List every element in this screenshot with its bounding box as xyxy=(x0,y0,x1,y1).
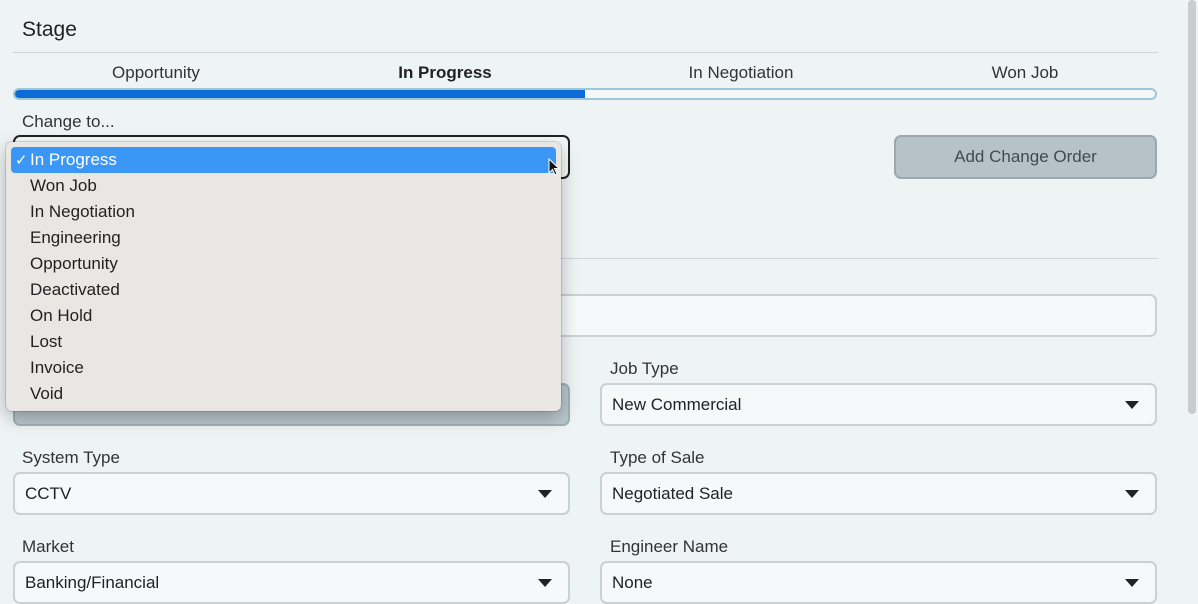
section-title: Stage xyxy=(22,18,77,41)
engineer-name-select[interactable]: None xyxy=(600,561,1157,604)
add-change-order-button[interactable]: Add Change Order xyxy=(894,135,1157,179)
checkmark-icon: ✓ xyxy=(15,152,28,169)
stage-in-progress: In Progress xyxy=(398,63,492,82)
page-scrollbar[interactable] xyxy=(1188,0,1196,414)
job-type-value: New Commercial xyxy=(612,394,742,414)
dropdown-option-invoice[interactable]: Invoice xyxy=(11,355,556,381)
engineer-name-label: Engineer Name xyxy=(610,537,729,556)
job-type-select[interactable]: New Commercial xyxy=(600,383,1157,426)
market-select[interactable]: Banking/Financial xyxy=(13,561,570,604)
caret-down-icon xyxy=(1125,400,1139,409)
system-type-value: CCTV xyxy=(25,483,72,503)
dropdown-option-on-hold[interactable]: On Hold xyxy=(11,303,556,329)
dropdown-option-deactivated[interactable]: Deactivated xyxy=(11,277,556,303)
type-of-sale-label: Type of Sale xyxy=(610,448,705,467)
dropdown-option-lost[interactable]: Lost xyxy=(11,329,556,355)
system-type-select[interactable]: CCTV xyxy=(13,472,570,515)
dropdown-option-in-progress[interactable]: ✓ In Progress xyxy=(11,147,556,173)
type-of-sale-select[interactable]: Negotiated Sale xyxy=(600,472,1157,515)
section-divider xyxy=(13,52,1158,53)
section-divider-2 xyxy=(561,258,1158,259)
caret-down-icon xyxy=(1125,489,1139,498)
dropdown-option-won-job[interactable]: Won Job xyxy=(11,173,556,199)
caret-down-icon xyxy=(1125,578,1139,587)
system-type-label: System Type xyxy=(22,448,120,467)
change-to-label: Change to... xyxy=(22,112,115,131)
dropdown-option-opportunity[interactable]: Opportunity xyxy=(11,251,556,277)
mouse-pointer-icon xyxy=(548,158,560,176)
market-label: Market xyxy=(22,537,74,556)
caret-down-icon xyxy=(538,489,552,498)
dropdown-option-in-negotiation[interactable]: In Negotiation xyxy=(11,199,556,225)
type-of-sale-value: Negotiated Sale xyxy=(612,483,733,503)
stage-progress-bar xyxy=(13,88,1157,100)
engineer-name-value: None xyxy=(612,572,653,592)
stage-progress-fill xyxy=(15,90,585,98)
text-input-field[interactable] xyxy=(540,294,1157,337)
market-value: Banking/Financial xyxy=(25,572,160,592)
change-to-dropdown-menu: ✓ In Progress Won Job In Negotiation Eng… xyxy=(6,142,561,411)
stage-in-negotiation: In Negotiation xyxy=(688,63,794,82)
dropdown-option-engineering[interactable]: Engineering xyxy=(11,225,556,251)
dropdown-option-void[interactable]: Void xyxy=(11,381,556,407)
stage-opportunity: Opportunity xyxy=(112,63,200,82)
job-type-label: Job Type xyxy=(610,359,679,378)
stage-won-job: Won Job xyxy=(991,63,1059,82)
caret-down-icon xyxy=(538,578,552,587)
